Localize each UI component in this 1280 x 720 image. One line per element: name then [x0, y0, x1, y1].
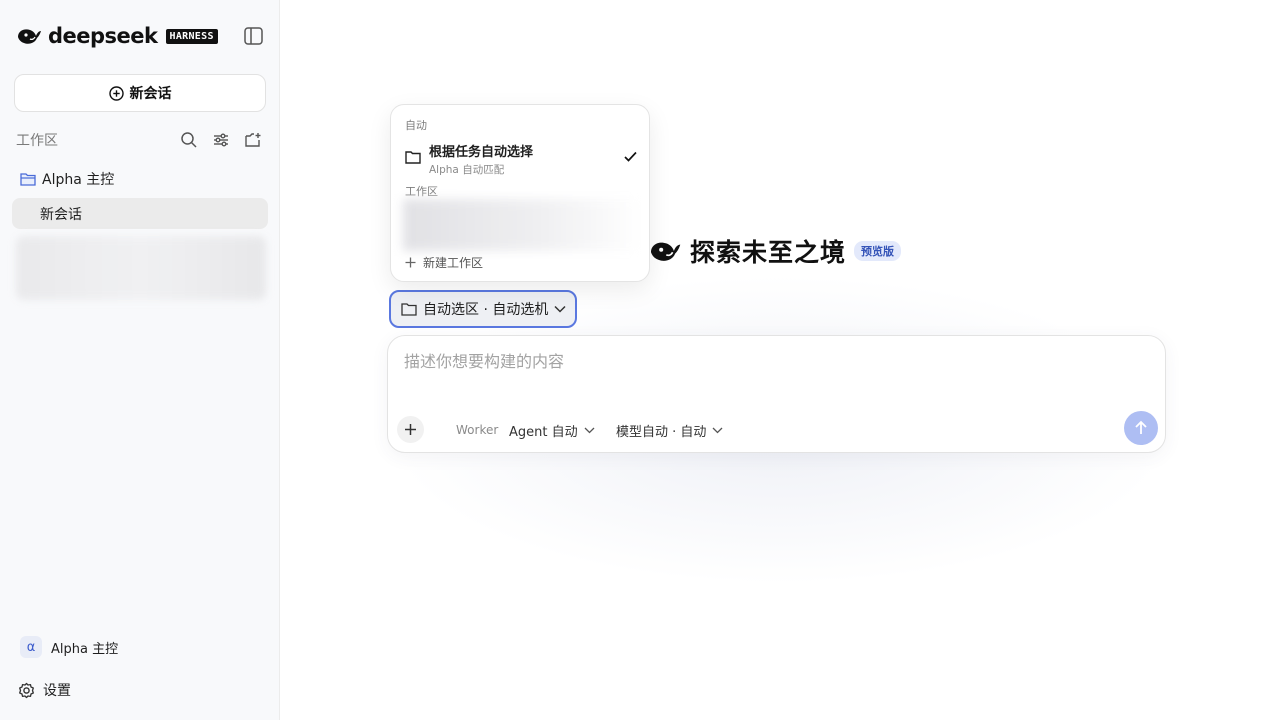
blurred-workspace-list: [403, 199, 641, 251]
plus-icon: [405, 424, 416, 435]
sidebar-chat-item-active[interactable]: 新会话: [12, 198, 268, 229]
workspace-popover: 自动 根据任务自动选择 Alpha 自动匹配 工作区 新建工作区: [390, 104, 650, 282]
folder-icon: [405, 151, 421, 164]
plus-icon: [405, 257, 416, 268]
agent-dropdown-label: Agent 自动: [509, 425, 578, 440]
popover-section-workspace: 工作区: [405, 185, 438, 198]
folder-icon: [401, 303, 417, 316]
workspace-folder-alpha[interactable]: Alpha 主控: [20, 169, 114, 189]
workspace-tools: [180, 131, 262, 149]
user-name: Alpha 主控: [51, 641, 119, 657]
folder-icon: [20, 173, 36, 186]
settings-label: 设置: [43, 683, 71, 699]
model-dropdown[interactable]: 模型自动 · 自动: [616, 421, 723, 440]
hero-heading: 探索未至之境 预览版: [648, 234, 902, 268]
popover-option-title: 根据任务自动选择: [429, 145, 534, 160]
plus-circle-icon: [108, 85, 124, 101]
brand-name: deepseek: [48, 24, 158, 48]
sidebar: deepseek HARNESS 新会话 工作区 Alpha 主控 新会话 α …: [0, 0, 280, 720]
arrow-up-icon: [1135, 420, 1147, 434]
avatar: α: [20, 636, 42, 658]
check-icon: [624, 151, 637, 162]
new-chat-label: 新会话: [129, 86, 172, 102]
attach-button[interactable]: [397, 416, 424, 443]
chevron-down-icon: [554, 305, 566, 313]
chevron-down-icon: [712, 427, 723, 434]
settings-button[interactable]: 设置: [18, 680, 71, 700]
agent-dropdown[interactable]: Agent 自动: [509, 421, 595, 440]
gear-icon: [19, 682, 34, 698]
new-workspace-button[interactable]: 新建工作区: [405, 254, 483, 271]
workspace-title: 工作区: [16, 133, 58, 149]
new-chat-button[interactable]: 新会话: [14, 74, 266, 112]
folder-plus-icon[interactable]: [244, 131, 262, 149]
whale-logo-icon: [651, 242, 681, 261]
popover-option-subtitle: Alpha 自动匹配: [429, 164, 505, 176]
chat-item-label: 新会话: [40, 206, 82, 223]
chevron-down-icon: [584, 427, 595, 434]
user-profile[interactable]: α Alpha 主控: [20, 636, 118, 658]
workspace-header: 工作区: [16, 130, 266, 150]
worker-label: Worker: [456, 423, 499, 437]
new-workspace-label: 新建工作区: [423, 256, 484, 270]
prompt-input[interactable]: [404, 352, 1104, 371]
search-icon[interactable]: [180, 131, 198, 149]
hero-title: 探索未至之境: [690, 238, 847, 267]
sliders-icon[interactable]: [212, 131, 230, 149]
popover-option-auto[interactable]: 根据任务自动选择 Alpha 自动匹配: [405, 141, 637, 176]
workspace-select-label: 自动选区 · 自动选机: [423, 302, 549, 318]
popover-section-auto: 自动: [405, 119, 427, 132]
composer: Worker Agent 自动 模型自动 · 自动: [387, 335, 1166, 453]
brand-logo[interactable]: deepseek HARNESS: [16, 24, 218, 48]
folder-label: Alpha 主控: [42, 172, 115, 188]
brand-badge: HARNESS: [165, 28, 218, 44]
preview-badge: 预览版: [854, 241, 902, 261]
model-dropdown-label: 模型自动 · 自动: [616, 425, 707, 440]
sidebar-toggle-icon[interactable]: [244, 27, 263, 45]
whale-logo-icon: [18, 29, 41, 44]
workspace-select[interactable]: 自动选区 · 自动选机: [389, 290, 577, 328]
send-button[interactable]: [1124, 411, 1158, 445]
blurred-chat-list: [16, 236, 266, 300]
